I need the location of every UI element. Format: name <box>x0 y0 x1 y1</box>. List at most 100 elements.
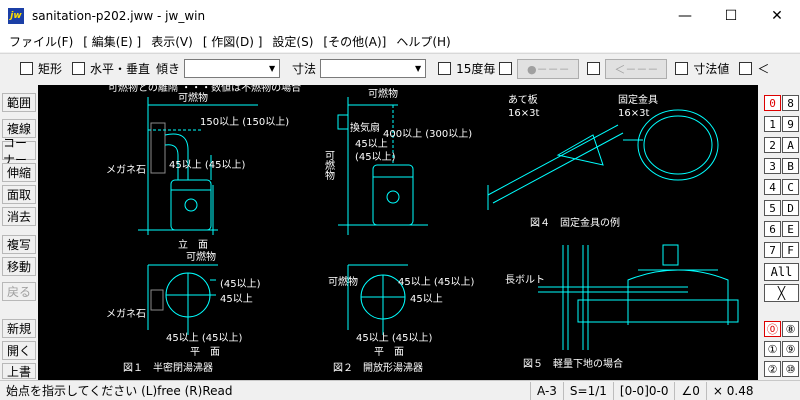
layer-group-button-0[interactable]: 0 <box>764 95 781 111</box>
layer-group-button-a[interactable]: A <box>782 137 799 153</box>
fig1-heater-dial <box>184 198 198 212</box>
fig2-combustible-top: 可燃物 <box>368 87 398 100</box>
layer-group-button-b[interactable]: B <box>782 158 799 174</box>
fig1-caption: 図１ 半密閉湯沸器 <box>123 361 213 374</box>
layer-group-button-2[interactable]: 2 <box>764 137 781 153</box>
fig2-plan-label: 平 面 <box>374 347 404 358</box>
rect-checkbox[interactable] <box>20 62 33 75</box>
fig2-dim1: 400以上 (300以上) <box>383 128 472 140</box>
status-scale[interactable]: S=1/1 <box>562 381 613 400</box>
tool-new[interactable]: 新規 <box>2 319 36 338</box>
window-title: sanitation-p202.jww - jw_win <box>32 8 206 23</box>
tool-move[interactable]: 移動 <box>2 257 36 276</box>
drawing-svg: 可燃物との離隔 ・・・数値は不燃物の場合 可燃物 150以上 (150以上) メ… <box>106 85 739 374</box>
layer-group-button-1[interactable]: 1 <box>764 116 781 132</box>
status-angle[interactable]: ∠0 <box>674 381 705 400</box>
lt-checkbox[interactable] <box>739 62 753 75</box>
dim-combo[interactable]: ▼ <box>320 59 427 78</box>
tool-open[interactable]: 開く <box>2 341 36 360</box>
maximize-button[interactable]: ☐ <box>708 0 754 31</box>
slope-combo[interactable]: ▼ <box>184 59 281 78</box>
fig1-dim4: 45以上 <box>220 293 253 305</box>
layer-cross-button[interactable]: ╳ <box>764 284 799 302</box>
layer-group-button-7[interactable]: 7 <box>764 242 781 258</box>
menu-other[interactable]: [その他(A)] <box>318 33 391 50</box>
status-message: 始点を指示してください (L)free (R)Read <box>6 384 233 398</box>
deg15-checkbox[interactable] <box>438 62 452 75</box>
arrow-mode-checkbox[interactable] <box>587 62 601 75</box>
fig1-flue <box>164 133 189 180</box>
fig2-side-label: 可燃物 <box>323 150 335 181</box>
arrow-mode-button[interactable]: ＜－－－ <box>605 58 668 79</box>
menu-settings[interactable]: 設定(S) <box>267 33 318 50</box>
layer-group-button-e[interactable]: E <box>782 221 799 237</box>
close-button[interactable]: ✕ <box>754 0 800 31</box>
fig2-dim5: 45以上 <box>410 293 443 305</box>
drawing-canvas[interactable]: 可燃物との離隔 ・・・数値は不燃物の場合 可燃物 150以上 (150以上) メ… <box>38 85 758 380</box>
menu-view[interactable]: 表示(V) <box>146 33 198 50</box>
layer-group-button-d[interactable]: D <box>782 200 799 216</box>
status-paper[interactable]: A-3 <box>530 381 563 400</box>
fig2-dim4: 45以上 (45以上) <box>398 276 475 288</box>
status-layer[interactable]: [0-0]0-0 <box>612 381 675 400</box>
layer-group-button-3[interactable]: 3 <box>764 158 781 174</box>
dimval-checkbox[interactable] <box>675 62 689 75</box>
layer-group-button-8[interactable]: 8 <box>782 95 799 111</box>
fig1-dim1: 150以上 (150以上) <box>200 116 289 128</box>
app-icon: jw <box>8 7 24 24</box>
fig1-heater <box>170 179 212 231</box>
tool-chamfer[interactable]: 面取 <box>2 185 36 204</box>
dim-label: 寸法 <box>292 62 317 76</box>
layer-toolbar: 0 8 1 9 2 A 3 B 4 C 5 D 6 E 7 F All ╳ ⓪ … <box>760 85 800 380</box>
fig5-band <box>577 299 739 323</box>
layer-all-button[interactable]: All <box>764 263 799 281</box>
layer-group-button-c[interactable]: C <box>782 179 799 195</box>
fig5-tank <box>627 269 729 325</box>
left-toolbar: 範囲 複線 コーナー 伸縮 面取 消去 複写 移動 戻る 新規 開く 上書 <box>0 85 38 380</box>
control-toolbar: 矩形 水平・垂直 傾き ▼ 寸法 ▼ 15度毎 ●－－－ ＜－－－ 寸法値 ＜ <box>0 53 800 83</box>
fig4-bracket-size: 16×3t <box>618 108 649 119</box>
tool-stretch[interactable]: 伸縮 <box>2 163 36 182</box>
circle-mode-button[interactable]: ●－－－ <box>517 58 580 79</box>
fig1-combustible-top: 可燃物 <box>178 91 208 104</box>
layer-button-2[interactable]: ② <box>764 361 781 377</box>
tool-save[interactable]: 上書 <box>2 363 36 379</box>
fig5-valve <box>662 244 679 266</box>
fig2-exhaust-fan <box>337 114 349 130</box>
hv-label: 水平・垂直 <box>90 62 151 76</box>
layer-group-button-9[interactable]: 9 <box>782 116 799 132</box>
layer-button-0[interactable]: ⓪ <box>764 321 781 337</box>
layer-button-1[interactable]: ① <box>764 341 781 357</box>
fig1-plan-label: 平 面 <box>190 347 220 358</box>
layer-group-button-4[interactable]: 4 <box>764 179 781 195</box>
menu-draw[interactable]: [ 作図(D) ] <box>198 33 268 50</box>
tool-corner[interactable]: コーナー <box>2 136 36 167</box>
fig4-bracket <box>556 134 604 166</box>
status-zoom[interactable]: × 0.48 <box>705 381 760 400</box>
layer-button-10[interactable]: ⑩ <box>782 361 799 377</box>
menu-edit[interactable]: [ 編集(E) ] <box>78 33 146 50</box>
fig4-plate-size: 16×3t <box>508 108 539 119</box>
layer-group-button-6[interactable]: 6 <box>764 221 781 237</box>
layer-group-button-5[interactable]: 5 <box>764 200 781 216</box>
tool-range[interactable]: 範囲 <box>2 93 36 112</box>
fig1-dim3: (45以上) <box>220 278 261 290</box>
hv-checkbox[interactable] <box>72 62 86 75</box>
status-bar: 始点を指示してください (L)free (R)Read A-3 S=1/1 [0… <box>0 380 800 400</box>
tool-undo[interactable]: 戻る <box>2 282 36 301</box>
circle-mode-checkbox[interactable] <box>499 62 513 75</box>
tool-copy[interactable]: 複写 <box>2 235 36 254</box>
chevron-down-icon: ▼ <box>268 64 276 73</box>
minimize-button[interactable]: — <box>662 0 708 31</box>
layer-button-9[interactable]: ⑨ <box>782 341 799 357</box>
layer-group-button-f[interactable]: F <box>782 242 799 258</box>
title-bar: jw sanitation-p202.jww - jw_win — ☐ ✕ <box>0 0 800 31</box>
tool-erase[interactable]: 消去 <box>2 207 36 226</box>
layer-button-8[interactable]: ⑧ <box>782 321 799 337</box>
fig4-bracket-label: 固定金具 <box>618 93 658 106</box>
fig1-dim2: 45以上 (45以上) <box>169 159 246 171</box>
menu-help[interactable]: ヘルプ(H) <box>391 33 455 50</box>
rect-label: 矩形 <box>38 62 63 76</box>
menu-file[interactable]: ファイル(F) <box>4 33 78 50</box>
fig2-side-label-2: 可燃物 <box>328 275 358 288</box>
